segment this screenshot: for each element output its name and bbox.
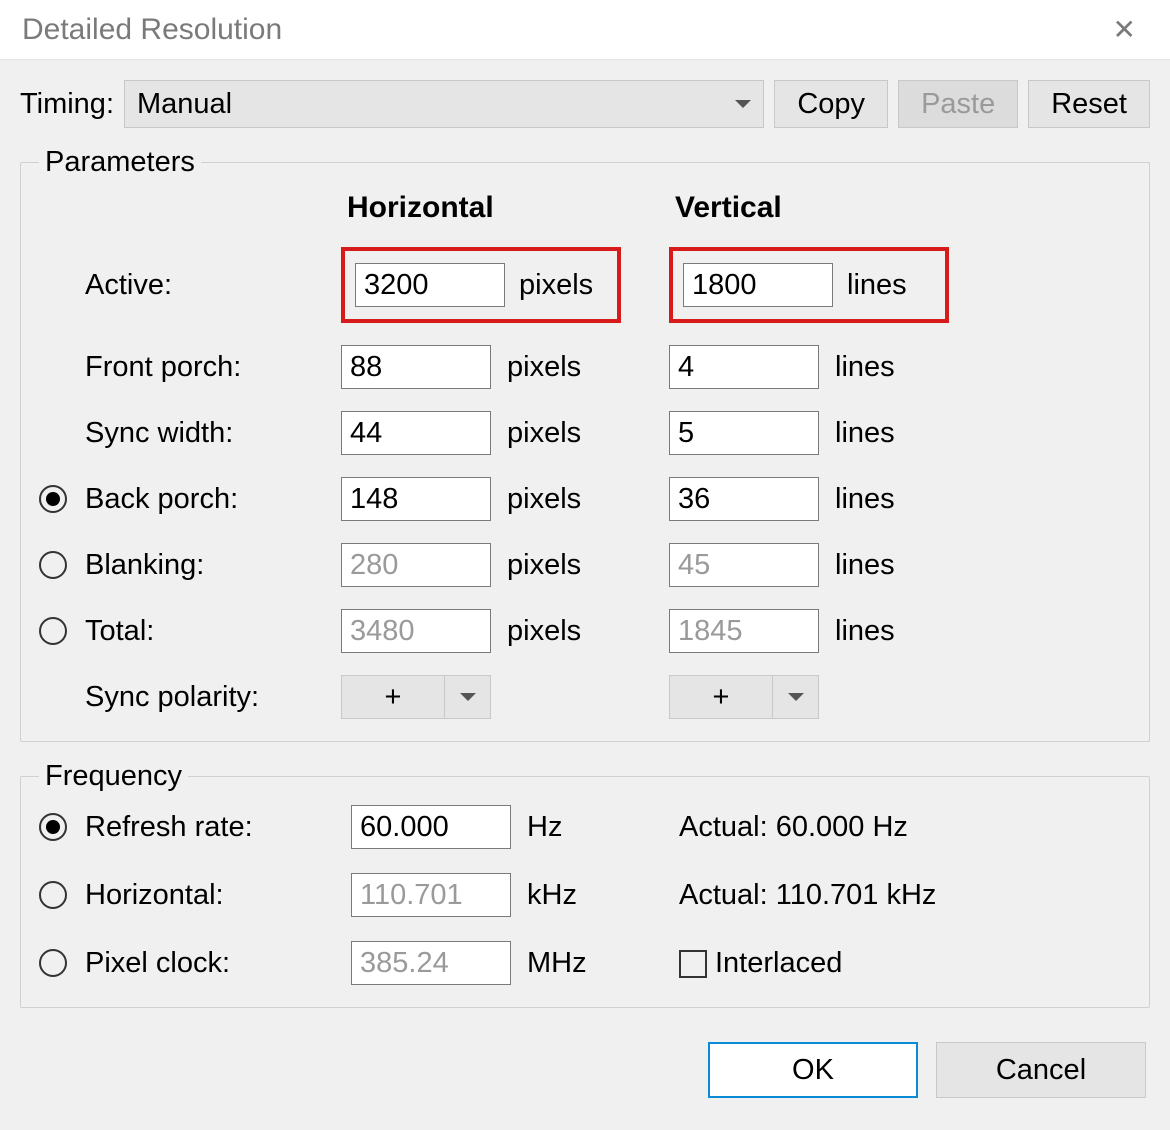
horizontal-freq-actual: Actual: 110.701 kHz	[679, 879, 1049, 912]
action-bar: OK Cancel	[0, 1026, 1170, 1114]
total-h-input: 3480	[341, 609, 491, 653]
back-porch-v-unit: lines	[835, 483, 935, 516]
blanking-v-unit: lines	[835, 549, 935, 582]
sync-width-h-unit: pixels	[507, 417, 627, 450]
blanking-label: Blanking:	[85, 549, 335, 582]
active-v-input[interactable]: 1800	[683, 263, 833, 307]
chevron-down-icon	[788, 693, 804, 701]
blanking-h-unit: pixels	[507, 549, 627, 582]
front-porch-v-input[interactable]: 4	[669, 345, 819, 389]
total-radio[interactable]	[39, 617, 67, 645]
back-porch-h-unit: pixels	[507, 483, 627, 516]
reset-button[interactable]: Reset	[1028, 80, 1150, 128]
active-vertical-highlight: 1800 lines	[669, 247, 949, 323]
chevron-down-icon	[735, 100, 751, 108]
pixel-clock-label: Pixel clock:	[85, 947, 345, 980]
sync-width-h-input[interactable]: 44	[341, 411, 491, 455]
total-v-unit: lines	[835, 615, 935, 648]
interlaced-row: Interlaced	[679, 947, 1049, 980]
active-h-unit: pixels	[519, 269, 593, 302]
blanking-radio[interactable]	[39, 551, 67, 579]
refresh-rate-unit: Hz	[527, 811, 627, 844]
horizontal-freq-unit: kHz	[527, 879, 627, 912]
front-porch-h-unit: pixels	[507, 351, 627, 384]
blanking-v-input: 45	[669, 543, 819, 587]
header-horizontal: Horizontal	[341, 191, 627, 225]
header-vertical: Vertical	[669, 191, 935, 225]
parameters-legend: Parameters	[39, 146, 201, 179]
interlaced-label: Interlaced	[715, 947, 842, 979]
sync-polarity-v-value: +	[670, 681, 772, 714]
back-porch-h-input[interactable]: 148	[341, 477, 491, 521]
titlebar: Detailed Resolution ✕	[0, 0, 1170, 60]
active-h-input[interactable]: 3200	[355, 263, 505, 307]
pixel-clock-unit: MHz	[527, 947, 627, 980]
back-porch-v-input[interactable]: 36	[669, 477, 819, 521]
frequency-legend: Frequency	[39, 760, 188, 793]
horizontal-freq-radio[interactable]	[39, 881, 67, 909]
ok-button[interactable]: OK	[708, 1042, 918, 1098]
timing-select[interactable]: Manual	[124, 80, 764, 128]
refresh-rate-radio[interactable]	[39, 813, 67, 841]
timing-label: Timing:	[20, 88, 114, 121]
front-porch-label: Front porch:	[85, 351, 335, 384]
total-v-input: 1845	[669, 609, 819, 653]
sync-polarity-label: Sync polarity:	[85, 681, 335, 714]
pixel-clock-radio[interactable]	[39, 949, 67, 977]
sync-polarity-v-select[interactable]: +	[669, 675, 819, 719]
copy-button[interactable]: Copy	[774, 80, 888, 128]
sync-polarity-h-value: +	[342, 681, 444, 714]
active-v-unit: lines	[847, 269, 907, 302]
blanking-h-input: 280	[341, 543, 491, 587]
pixel-clock-input: 385.24	[351, 941, 511, 985]
window-title: Detailed Resolution	[22, 13, 282, 47]
refresh-rate-input[interactable]: 60.000	[351, 805, 511, 849]
total-h-unit: pixels	[507, 615, 627, 648]
total-label: Total:	[85, 615, 335, 648]
refresh-rate-label: Refresh rate:	[85, 811, 345, 844]
horizontal-freq-input: 110.701	[351, 873, 511, 917]
sync-width-label: Sync width:	[85, 417, 335, 450]
refresh-rate-actual: Actual: 60.000 Hz	[679, 811, 1049, 844]
cancel-button[interactable]: Cancel	[936, 1042, 1146, 1098]
horizontal-freq-label: Horizontal:	[85, 879, 345, 912]
back-porch-radio[interactable]	[39, 485, 67, 513]
parameters-group: Parameters Horizontal Vertical Active: 3…	[20, 146, 1150, 742]
sync-width-v-input[interactable]: 5	[669, 411, 819, 455]
front-porch-v-unit: lines	[835, 351, 935, 384]
active-horizontal-highlight: 3200 pixels	[341, 247, 621, 323]
front-porch-h-input[interactable]: 88	[341, 345, 491, 389]
paste-button: Paste	[898, 80, 1018, 128]
sync-polarity-h-select[interactable]: +	[341, 675, 491, 719]
frequency-group: Frequency Refresh rate: 60.000 Hz Actual…	[20, 760, 1150, 1008]
sync-width-v-unit: lines	[835, 417, 935, 450]
close-icon[interactable]: ✕	[1101, 9, 1148, 50]
back-porch-label: Back porch:	[85, 483, 335, 516]
timing-row: Timing: Manual Copy Paste Reset	[20, 80, 1150, 128]
active-label: Active:	[85, 269, 335, 302]
timing-value: Manual	[137, 88, 232, 121]
chevron-down-icon	[460, 693, 476, 701]
interlaced-checkbox[interactable]	[679, 950, 707, 978]
